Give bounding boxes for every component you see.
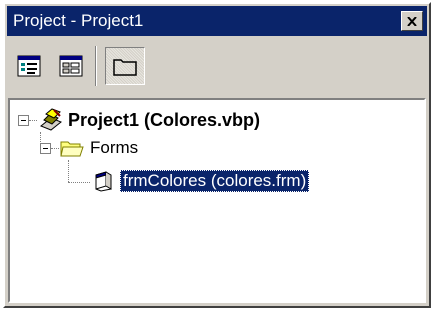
form-label: frmColores (colores.frm)	[120, 170, 310, 192]
tree-node-form[interactable]: frmColores (colores.frm)	[92, 168, 310, 194]
toggle-folders-icon	[113, 59, 137, 76]
view-code-icon	[17, 55, 41, 77]
toolbar-separator	[95, 46, 97, 86]
tree-node-project[interactable]: Project1 (Colores.vbp)	[18, 107, 260, 133]
tree-connector	[68, 160, 69, 182]
view-object-button[interactable]	[51, 47, 91, 85]
tree-node-forms-folder[interactable]: Forms	[40, 135, 138, 161]
project-label: Project1 (Colores.vbp)	[68, 109, 261, 130]
folder-open-icon	[60, 141, 84, 157]
close-icon	[407, 16, 417, 26]
project-explorer-window: Project - Project1 Project1 (Colores.vbp…	[3, 2, 431, 308]
title-bar[interactable]: Project - Project1	[7, 6, 427, 36]
close-button[interactable]	[401, 11, 423, 31]
toolbar	[7, 38, 427, 94]
collapse-toggle[interactable]	[18, 114, 29, 126]
forms-folder-label: Forms	[90, 138, 139, 157]
window-title: Project - Project1	[13, 11, 144, 30]
toggle-folders-button[interactable]	[105, 47, 145, 85]
tree-connector	[68, 182, 90, 183]
collapse-toggle[interactable]	[40, 142, 51, 154]
view-code-button[interactable]	[9, 47, 49, 85]
form-icon	[95, 171, 112, 192]
project-tree[interactable]: Project1 (Colores.vbp) Forms frmColores …	[8, 98, 426, 303]
project-icon	[40, 108, 62, 131]
view-object-icon	[59, 55, 83, 77]
